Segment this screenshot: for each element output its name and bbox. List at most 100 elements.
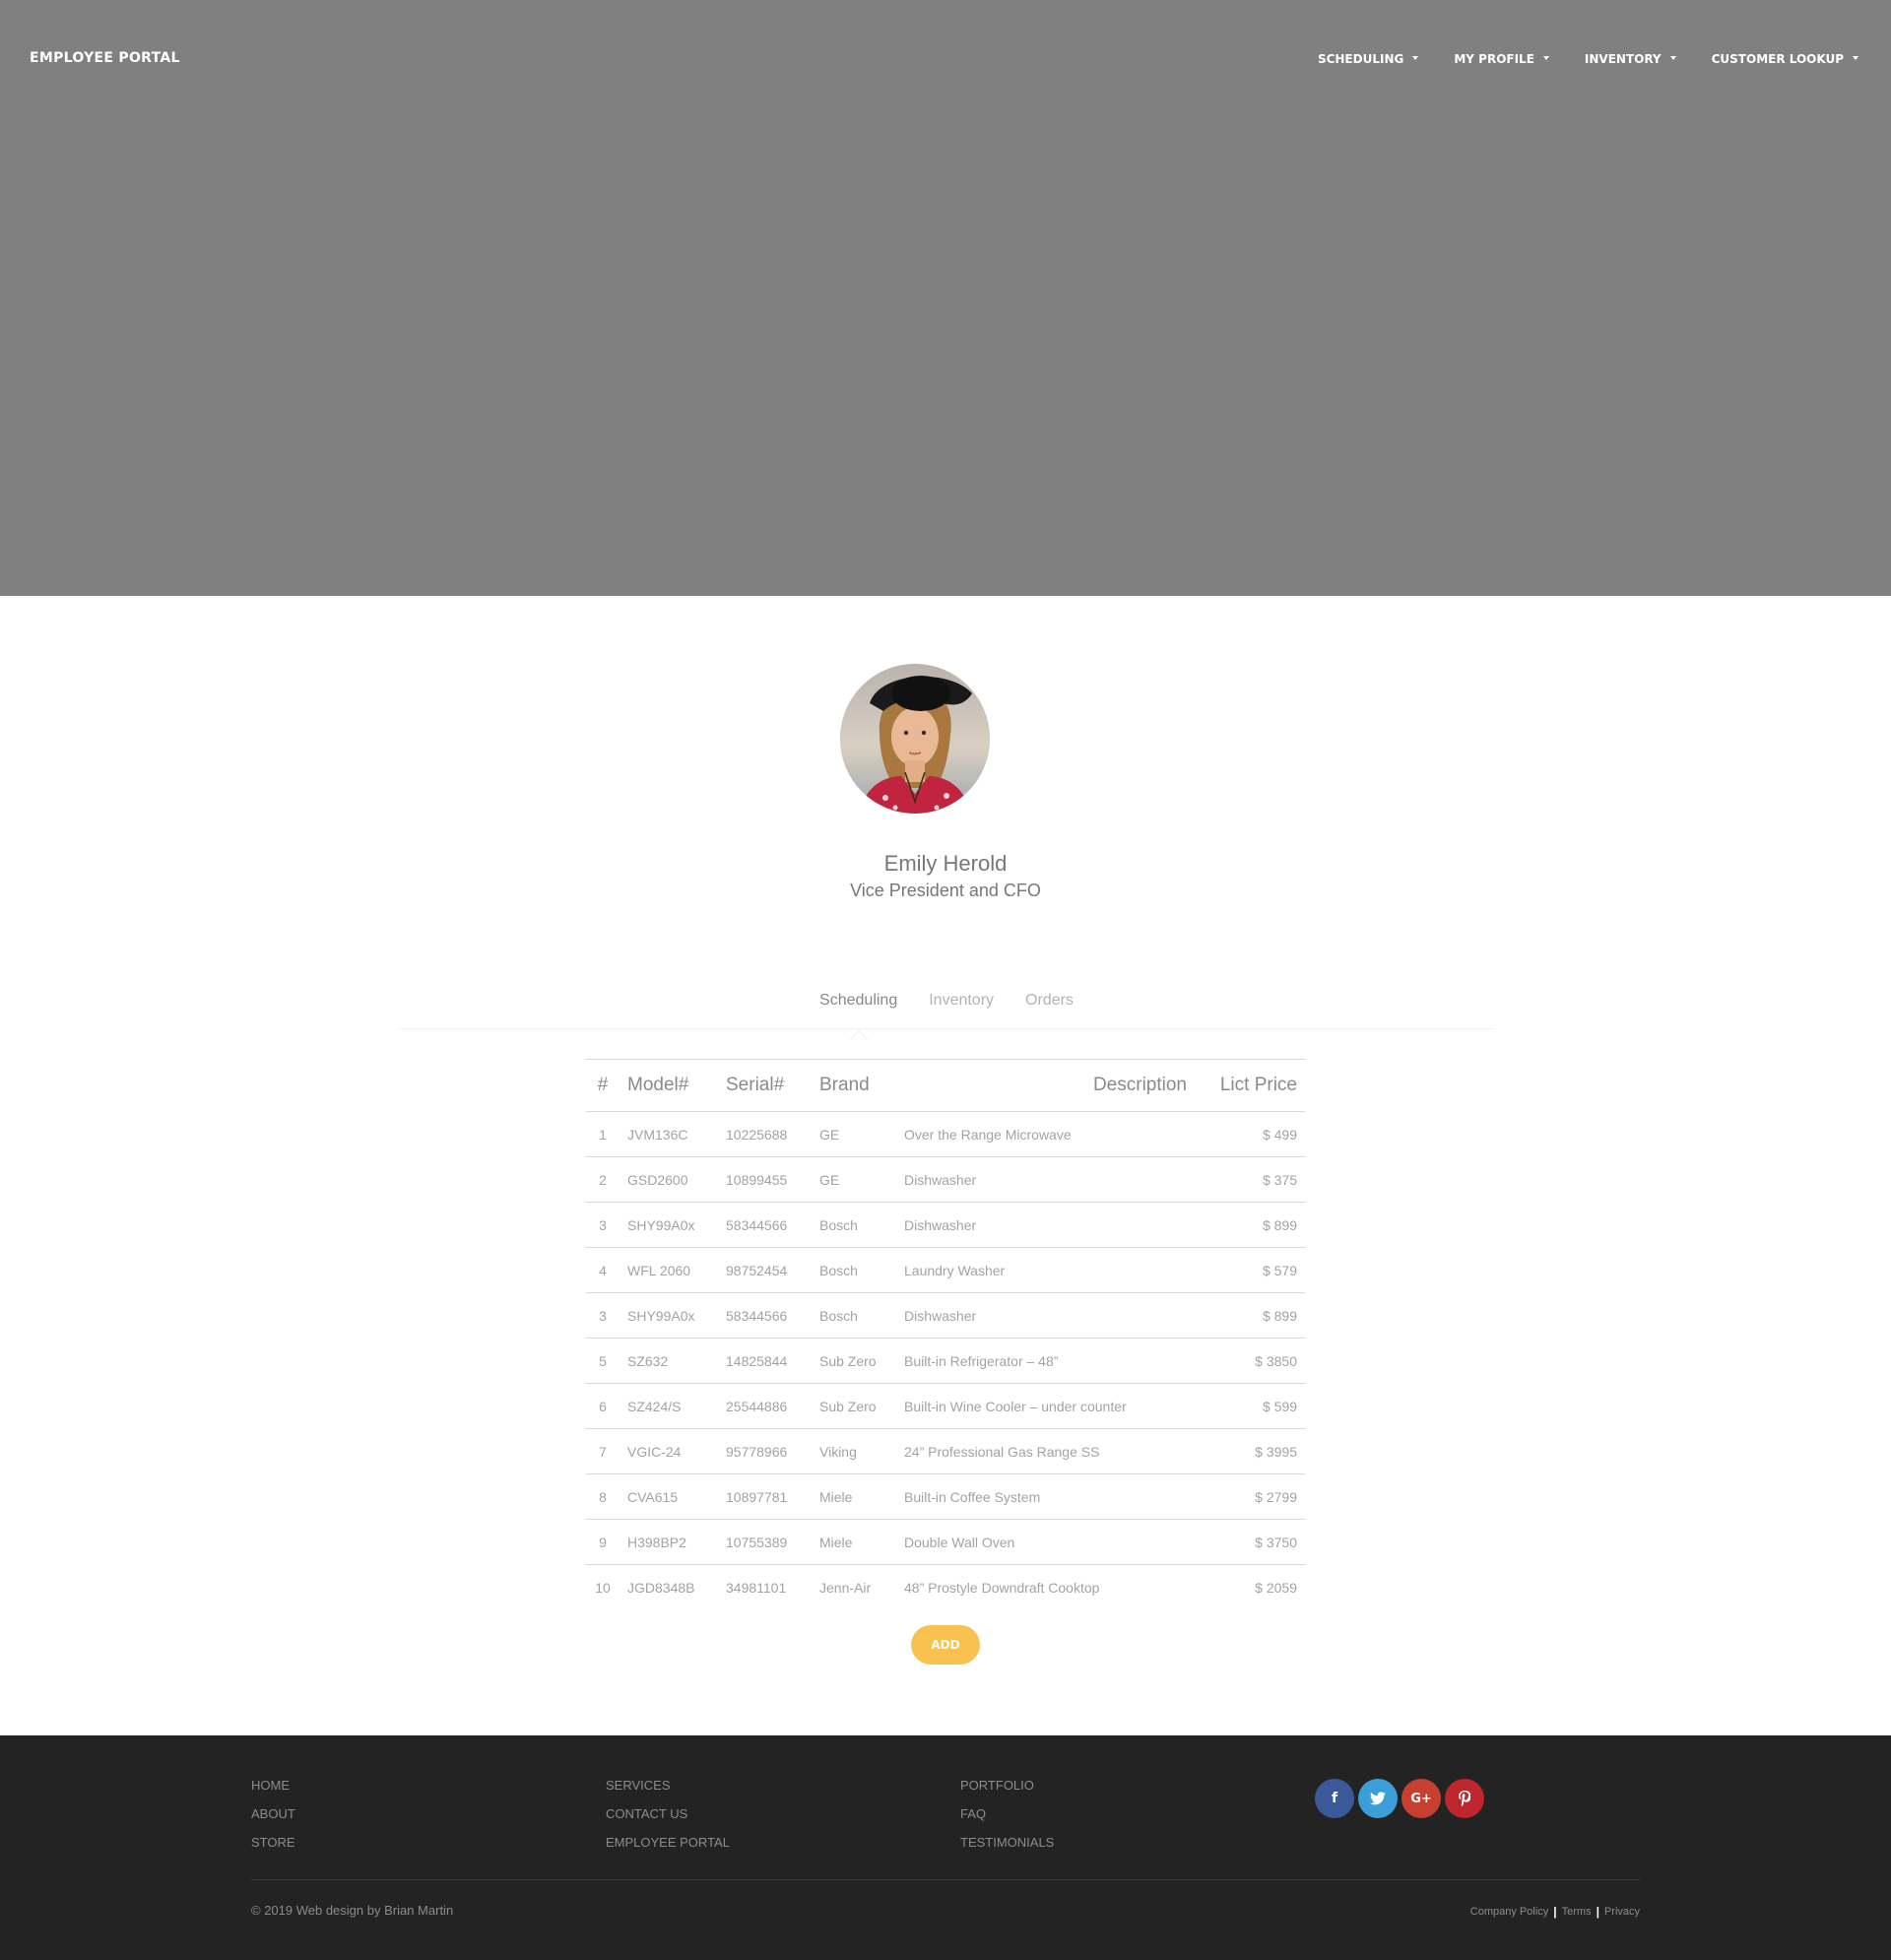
cell-description: Double Wall Oven xyxy=(896,1519,1195,1565)
cell-serial: 58344566 xyxy=(718,1292,812,1339)
pinterest-icon[interactable] xyxy=(1445,1779,1484,1818)
col-header-price: Lict Price xyxy=(1195,1059,1305,1112)
cell-model: JGD8348B xyxy=(627,1579,695,1596)
nav-label: INVENTORY xyxy=(1584,52,1662,66)
footer-link-services[interactable]: SERVICES xyxy=(606,1777,730,1795)
cell-price: $ 3995 xyxy=(1195,1428,1305,1474)
footer-link-about[interactable]: ABOUT xyxy=(251,1805,295,1823)
footer-divider xyxy=(251,1879,1640,1880)
cell-model: JVM136C xyxy=(619,1111,718,1157)
cell-brand: Viking xyxy=(812,1428,896,1474)
cell-number: 2 xyxy=(586,1156,619,1203)
cell-serial: 95778966 xyxy=(718,1428,812,1474)
cell-number: 6 xyxy=(586,1383,619,1429)
cell-serial: 58344566 xyxy=(718,1202,812,1248)
table-row: 6 SZ424/S 25544886 Sub Zero Built-in Wine Co… xyxy=(586,1383,1305,1429)
cell-number: 1 xyxy=(586,1111,619,1157)
cell-description: Laundry Washer xyxy=(896,1247,1195,1293)
cell-serial: 10897781 xyxy=(718,1473,812,1520)
google-plus-icon[interactable]: G+ xyxy=(1402,1779,1441,1818)
nav-scheduling[interactable]: SCHEDULING xyxy=(1318,52,1419,66)
footer-link-employee-portal[interactable]: EMPLOYEE PORTAL xyxy=(606,1834,730,1852)
cell-brand: GE xyxy=(812,1111,896,1157)
table-row: 5 SZ632 14825844 Sub Zero Built-in Refrigera… xyxy=(586,1338,1305,1384)
legal-link-privacy[interactable]: Privacy xyxy=(1604,1906,1640,1918)
nav-customer-lookup[interactable]: CUSTOMER LOOKUP xyxy=(1712,52,1858,66)
cell-serial: 10225688 xyxy=(718,1111,812,1157)
table-header-row: # Model# Serial# Brand Description Lict … xyxy=(586,1059,1305,1112)
facebook-icon[interactable]: f xyxy=(1315,1779,1354,1818)
table-row: 2 GSD2600 10899455 GE Dishwasher $ 375 xyxy=(586,1156,1305,1203)
footer-link-home[interactable]: HOME xyxy=(251,1777,295,1795)
footer-column-3: PORTFOLIO FAQ TESTIMONIALS xyxy=(960,1777,1054,1852)
footer-link-store[interactable]: STORE xyxy=(251,1834,295,1852)
separator: | xyxy=(1596,1905,1599,1919)
social-links: f G+ xyxy=(1315,1779,1484,1818)
cell-description: 48” Prostyle Downdraft Cooktop xyxy=(904,1579,1100,1596)
legal-link-terms[interactable]: Terms xyxy=(1562,1906,1592,1918)
table-row: 10 JGD8348B 34981101 Jenn-Air 48” Prostyle D… xyxy=(586,1565,1305,1610)
cell-model: SZ632 xyxy=(619,1338,718,1384)
cell-serial: 25544886 xyxy=(718,1383,812,1429)
table-row: 1 JVM136C 10225688 GE Over the Range Microwa… xyxy=(586,1111,1305,1157)
legal-link-company-policy[interactable]: Company Policy xyxy=(1470,1906,1548,1918)
cell-number: 4 xyxy=(586,1247,619,1293)
cell-description: Built-in Coffee System xyxy=(896,1473,1195,1520)
col-header-serial: Serial# xyxy=(718,1059,812,1112)
profile-tabs: Scheduling Inventory Orders xyxy=(399,992,1494,1029)
profile-title: Vice President and CFO xyxy=(850,881,1041,900)
cell-brand: Jenn-Air xyxy=(819,1579,872,1596)
cell-description: Built-in Refrigerator – 48” xyxy=(896,1338,1195,1384)
cell-model: WFL 2060 xyxy=(619,1247,718,1293)
caret-down-icon xyxy=(1853,56,1858,60)
footer-link-portfolio[interactable]: PORTFOLIO xyxy=(960,1777,1054,1795)
table-row: 3 SHY99A0x 58344566 Bosch Dishwasher $ 899 xyxy=(586,1292,1305,1339)
footer-link-contact[interactable]: CONTACT US xyxy=(606,1805,730,1823)
cell-price: $ 579 xyxy=(1195,1247,1305,1293)
cell-price: $ 375 xyxy=(1195,1156,1305,1203)
cell-brand: Miele xyxy=(812,1473,896,1520)
cell-model: SHY99A0x xyxy=(619,1292,718,1339)
cell-model: GSD2600 xyxy=(619,1156,718,1203)
cell-brand: GE xyxy=(812,1156,896,1203)
cell-price: $ 899 xyxy=(1195,1202,1305,1248)
add-button[interactable]: ADD xyxy=(911,1625,980,1665)
col-header-model: Model# xyxy=(619,1059,718,1112)
footer-link-faq[interactable]: FAQ xyxy=(960,1805,1054,1823)
cell-model: SZ424/S xyxy=(619,1383,718,1429)
cell-description: Built-in Wine Cooler – under counter xyxy=(896,1383,1195,1429)
nav-inventory[interactable]: INVENTORY xyxy=(1585,52,1676,66)
col-header-description: Description xyxy=(896,1059,1195,1112)
cell-model: CVA615 xyxy=(619,1473,718,1520)
cell-price: $ 2059 xyxy=(1255,1579,1297,1596)
cell-model: H398BP2 xyxy=(619,1519,718,1565)
cell-description: Dishwasher xyxy=(896,1292,1195,1339)
table-row: 4 WFL 2060 98752454 Bosch Laundry Washer $ 57… xyxy=(586,1247,1305,1293)
inventory-table: # Model# Serial# Brand Description Lict … xyxy=(586,1059,1305,1610)
cell-description: Dishwasher xyxy=(896,1202,1195,1248)
cell-number: 8 xyxy=(586,1473,619,1520)
hero-banner: EMPLOYEE PORTAL SCHEDULING MY PROFILE IN… xyxy=(0,0,1891,596)
footer-link-testimonials[interactable]: TESTIMONIALS xyxy=(960,1834,1054,1852)
tab-orders[interactable]: Orders xyxy=(1025,992,1074,1028)
copyright-text: © 2019 Web design by Brian Martin xyxy=(251,1903,454,1918)
cell-brand: Miele xyxy=(812,1519,896,1565)
col-header-brand: Brand xyxy=(812,1059,896,1112)
table-body: 1 JVM136C 10225688 GE Over the Range Microwa… xyxy=(586,1111,1305,1610)
avatar-portrait xyxy=(840,664,990,814)
tab-scheduling[interactable]: Scheduling xyxy=(819,992,897,1028)
cell-brand: Bosch xyxy=(812,1247,896,1293)
separator: | xyxy=(1553,1905,1557,1919)
nav-my-profile[interactable]: MY PROFILE xyxy=(1454,52,1549,66)
twitter-icon[interactable] xyxy=(1358,1779,1398,1818)
profile-name: Emily Herold xyxy=(883,851,1008,876)
main-nav: SCHEDULING MY PROFILE INVENTORY CUSTOMER… xyxy=(1282,52,1858,66)
cell-number: 9 xyxy=(586,1519,619,1565)
brand-logo[interactable]: EMPLOYEE PORTAL xyxy=(30,50,180,66)
cell-description: 24” Professional Gas Range SS xyxy=(896,1428,1195,1474)
cell-brand: Bosch xyxy=(812,1202,896,1248)
tab-inventory[interactable]: Inventory xyxy=(929,992,994,1028)
nav-label: MY PROFILE xyxy=(1454,52,1534,66)
table-row: 8 CVA615 10897781 Miele Built-in Coffee Syst… xyxy=(586,1473,1305,1520)
col-header-number: # xyxy=(586,1059,619,1112)
